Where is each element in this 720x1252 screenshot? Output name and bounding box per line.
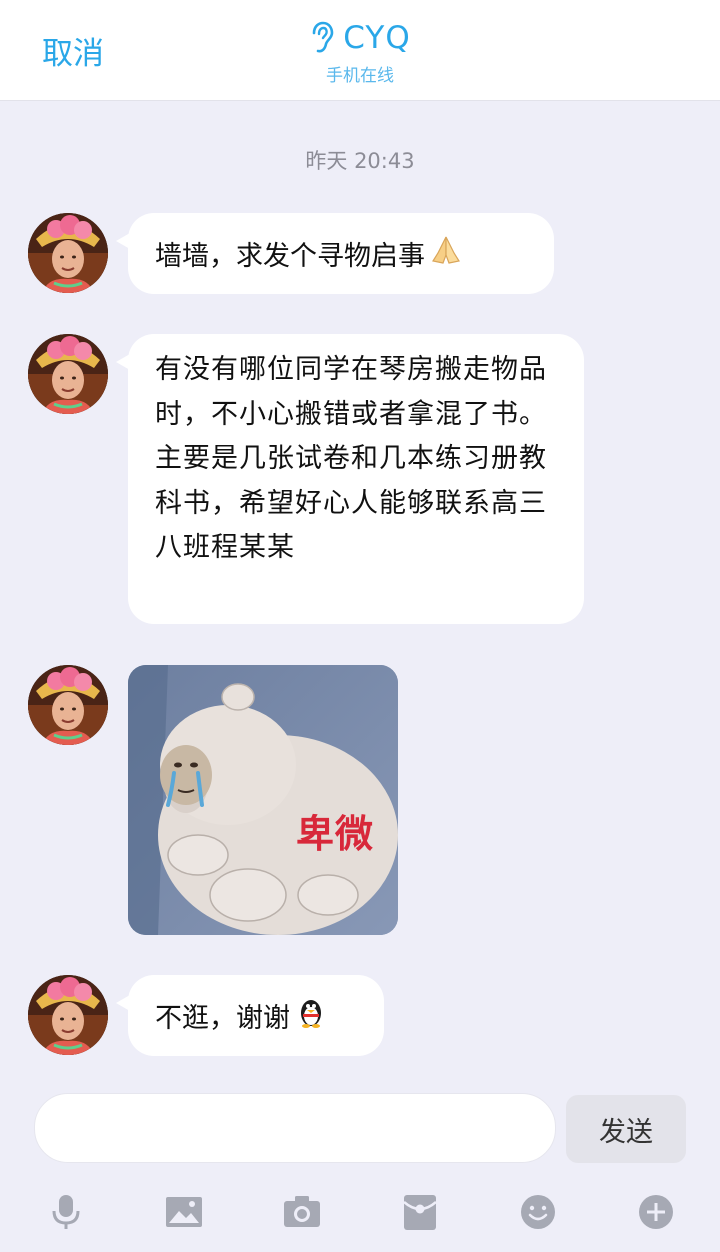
message-bubble[interactable]: 不逛，谢谢 — [116, 975, 384, 1056]
avatar[interactable] — [28, 334, 108, 414]
plus-icon[interactable] — [636, 1192, 676, 1232]
sticker-caption: 卑微 — [296, 812, 375, 856]
online-status: 手机在线 — [326, 66, 394, 86]
chat-title-area: CYQ 手机在线 — [0, 20, 720, 86]
sticker-image[interactable]: 卑微 — [128, 665, 398, 935]
red-packet-icon[interactable] — [400, 1192, 440, 1232]
send-button[interactable]: 发送 — [566, 1095, 686, 1163]
message-text: 不逛，谢谢 — [155, 1003, 290, 1034]
chat-header: 取消 CYQ 手机在线 — [0, 0, 720, 101]
message-text: 有没有哪位同学在琴房搬走物品时，不小心搬错或者拿混了书。主要是几张试卷和几本练习… — [155, 354, 547, 563]
contact-name: CYQ — [343, 20, 411, 56]
message-timestamp: 昨天 20:43 — [305, 149, 415, 173]
avatar[interactable] — [28, 665, 108, 745]
image-icon[interactable] — [164, 1192, 204, 1232]
emoji-icon[interactable] — [518, 1192, 558, 1232]
avatar[interactable] — [28, 213, 108, 293]
message-bubble[interactable]: 墙墙，求发个寻物启事 — [116, 213, 554, 294]
crying-bear-meme — [128, 665, 398, 935]
message-text: 墙墙，求发个寻物启事 — [155, 241, 425, 272]
message-bubble[interactable]: 有没有哪位同学在琴房搬走物品时，不小心搬错或者拿混了书。主要是几张试卷和几本练习… — [116, 334, 584, 624]
avatar[interactable] — [28, 975, 108, 1055]
qq-penguin-emoji — [294, 995, 328, 1036]
folded-hands-emoji — [429, 233, 463, 274]
message-input[interactable] — [34, 1093, 556, 1163]
camera-icon[interactable] — [282, 1192, 322, 1232]
ear-icon — [309, 21, 335, 55]
microphone-icon[interactable] — [46, 1192, 86, 1232]
